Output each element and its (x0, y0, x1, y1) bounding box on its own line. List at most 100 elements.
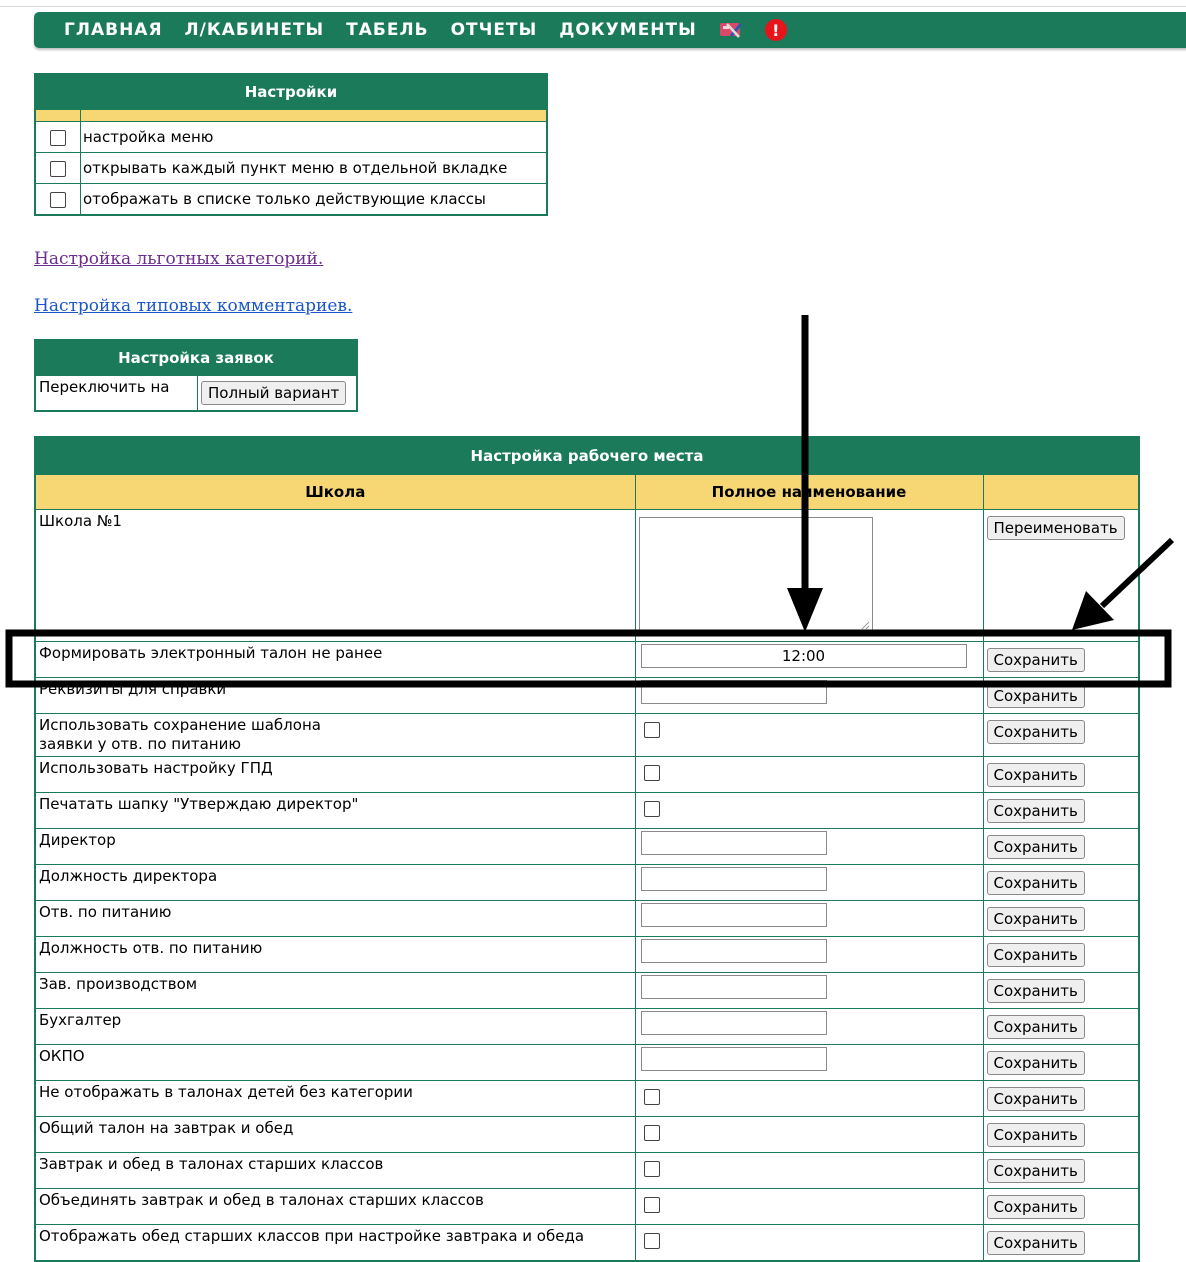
row-label: Отв. по питанию (34, 900, 636, 937)
row-label: Должность отв. по питанию (34, 936, 636, 973)
save-button[interactable]: Сохранить (986, 684, 1085, 708)
menu-settings-checkbox[interactable] (50, 129, 66, 146)
save-button[interactable]: Сохранить (986, 1015, 1085, 1039)
column-header-school: Школа (34, 474, 636, 510)
table-row: Директор Сохранить (34, 828, 1140, 865)
text-input[interactable] (640, 903, 827, 927)
table-row: Объединять завтрак и обед в талонах стар… (34, 1188, 1140, 1225)
save-button[interactable]: Сохранить (986, 799, 1085, 823)
text-input[interactable] (640, 1047, 827, 1071)
text-input[interactable] (640, 867, 827, 891)
row-checkbox[interactable] (643, 1197, 660, 1213)
table-row: Использовать сохранение шаблона заявки у… (34, 713, 1140, 757)
nav-documents[interactable]: ДОКУМЕНТЫ (559, 20, 697, 40)
row-label: Директор (34, 828, 636, 865)
table-row: Отображать обед старших классов при наст… (34, 1224, 1140, 1262)
save-button[interactable]: Сохранить (986, 1051, 1085, 1075)
settings-option-label: отображать в списке только действующие к… (80, 183, 548, 216)
row-checkbox[interactable] (643, 1089, 660, 1105)
time-input[interactable]: 12:00 (640, 644, 967, 668)
save-button[interactable]: Сохранить (986, 1123, 1085, 1147)
full-variant-button[interactable]: Полный вариант (201, 381, 347, 405)
save-button[interactable]: Сохранить (986, 1195, 1085, 1219)
settings-option-label: настройка меню (80, 121, 548, 153)
text-input[interactable] (640, 939, 827, 963)
save-button[interactable]: Сохранить (986, 835, 1085, 859)
settings-row: настройка меню (34, 121, 548, 153)
save-button[interactable]: Сохранить (986, 1159, 1085, 1183)
row-label: Использовать настройку ГПД (34, 756, 636, 793)
rename-button[interactable]: Переименовать (986, 516, 1125, 540)
alert-icon[interactable]: ! (764, 19, 787, 41)
row-label: Печатать шапку "Утверждаю директор" (34, 792, 636, 829)
table-row: Бухгалтер Сохранить (34, 1008, 1140, 1045)
text-input[interactable] (640, 1011, 827, 1035)
table-row: Отв. по питанию Сохранить (34, 900, 1140, 937)
table-row: Должность директора Сохранить (34, 864, 1140, 901)
table-row: Зав. производством Сохранить (34, 972, 1140, 1009)
table-row: Формировать электронный талон не ранее 12… (34, 641, 1140, 678)
table-row: Завтрак и обед в талонах старших классов… (34, 1152, 1140, 1189)
benefit-categories-link[interactable]: Настройка льготных категорий. (34, 249, 323, 269)
save-button[interactable]: Сохранить (986, 1231, 1085, 1255)
nav-timesheet[interactable]: ТАБЕЛЬ (346, 20, 428, 40)
fullname-textarea[interactable] (638, 517, 873, 633)
row-label: Использовать сохранение шаблона заявки у… (34, 713, 636, 757)
save-button[interactable]: Сохранить (986, 1087, 1085, 1111)
row-label: Должность директора (34, 864, 636, 901)
row-checkbox[interactable] (643, 1125, 660, 1141)
row-label: Объединять завтрак и обед в талонах стар… (34, 1188, 636, 1225)
save-button[interactable]: Сохранить (986, 979, 1085, 1003)
row-label: Формировать электронный талон не ранее (34, 641, 636, 678)
row-label: ОКПО (34, 1044, 636, 1081)
row-label: Реквизиты для справки (34, 677, 636, 714)
tools-icon[interactable] (719, 20, 745, 40)
table-row: ОКПО Сохранить (34, 1044, 1140, 1081)
row-checkbox[interactable] (643, 765, 660, 781)
text-input[interactable] (640, 680, 827, 704)
row-label: Завтрак и обед в талонах старших классов (34, 1152, 636, 1189)
text-input[interactable] (640, 831, 827, 855)
row-label: Общий талон на завтрак и обед (34, 1116, 636, 1153)
row-checkbox[interactable] (643, 801, 660, 817)
table-row: Печатать шапку "Утверждаю директор" Сохра… (34, 792, 1140, 829)
nav-home[interactable]: ГЛАВНАЯ (64, 20, 163, 40)
typical-comments-link[interactable]: Настройка типовых комментариев. (34, 296, 352, 316)
save-button[interactable]: Сохранить (986, 720, 1085, 744)
text-input[interactable] (640, 975, 827, 999)
switch-label: Переключить на (34, 375, 198, 412)
table-row: Использовать настройку ГПД Сохранить (34, 756, 1140, 793)
row-checkbox[interactable] (643, 1233, 660, 1249)
table-row: Общий талон на завтрак и обед Сохранить (34, 1116, 1140, 1153)
row-checkbox[interactable] (643, 722, 660, 738)
requests-title: Настройка заявок (34, 339, 358, 376)
active-classes-only-checkbox[interactable] (50, 191, 66, 208)
nav-cabinets[interactable]: Л/КАБИНЕТЫ (185, 20, 325, 40)
workplace-settings-table: Настройка рабочего места Школа Полное на… (34, 436, 1141, 1262)
row-checkbox[interactable] (643, 1161, 660, 1177)
save-button[interactable]: Сохранить (986, 943, 1085, 967)
settings-option-label: открывать каждый пункт меню в отдельной … (80, 152, 548, 184)
school-name: Школа №1 (34, 509, 636, 642)
row-label: Отображать обед старших классов при наст… (34, 1224, 636, 1262)
save-button[interactable]: Сохранить (986, 763, 1085, 787)
settings-row: открывать каждый пункт меню в отдельной … (34, 152, 548, 184)
resize-grip-icon[interactable] (860, 620, 870, 630)
settings-title: Настройки (34, 73, 548, 110)
column-header-fullname: Полное наименование (634, 474, 984, 510)
nav-reports[interactable]: ОТЧЕТЫ (451, 20, 538, 40)
row-label: Не отображать в талонах детей без катего… (34, 1080, 636, 1117)
settings-row: отображать в списке только действующие к… (34, 183, 548, 216)
table-row: Должность отв. по питанию Сохранить (34, 936, 1140, 973)
table-row: Реквизиты для справки Сохранить (34, 677, 1140, 714)
settings-table: Настройки настройка меню открывать кажды… (34, 73, 548, 216)
main-navbar: ГЛАВНАЯ Л/КАБИНЕТЫ ТАБЕЛЬ ОТЧЕТЫ ДОКУМЕН… (34, 12, 1186, 48)
open-in-new-tab-checkbox[interactable] (50, 160, 66, 177)
save-button[interactable]: Сохранить (986, 648, 1085, 672)
requests-settings-table: Настройка заявок Переключить на Полный в… (34, 339, 358, 412)
row-label: Зав. производством (34, 972, 636, 1009)
workplace-title: Настройка рабочего места (34, 436, 1140, 475)
save-button[interactable]: Сохранить (986, 871, 1085, 895)
table-row: Не отображать в талонах детей без катего… (34, 1080, 1140, 1117)
save-button[interactable]: Сохранить (986, 907, 1085, 931)
